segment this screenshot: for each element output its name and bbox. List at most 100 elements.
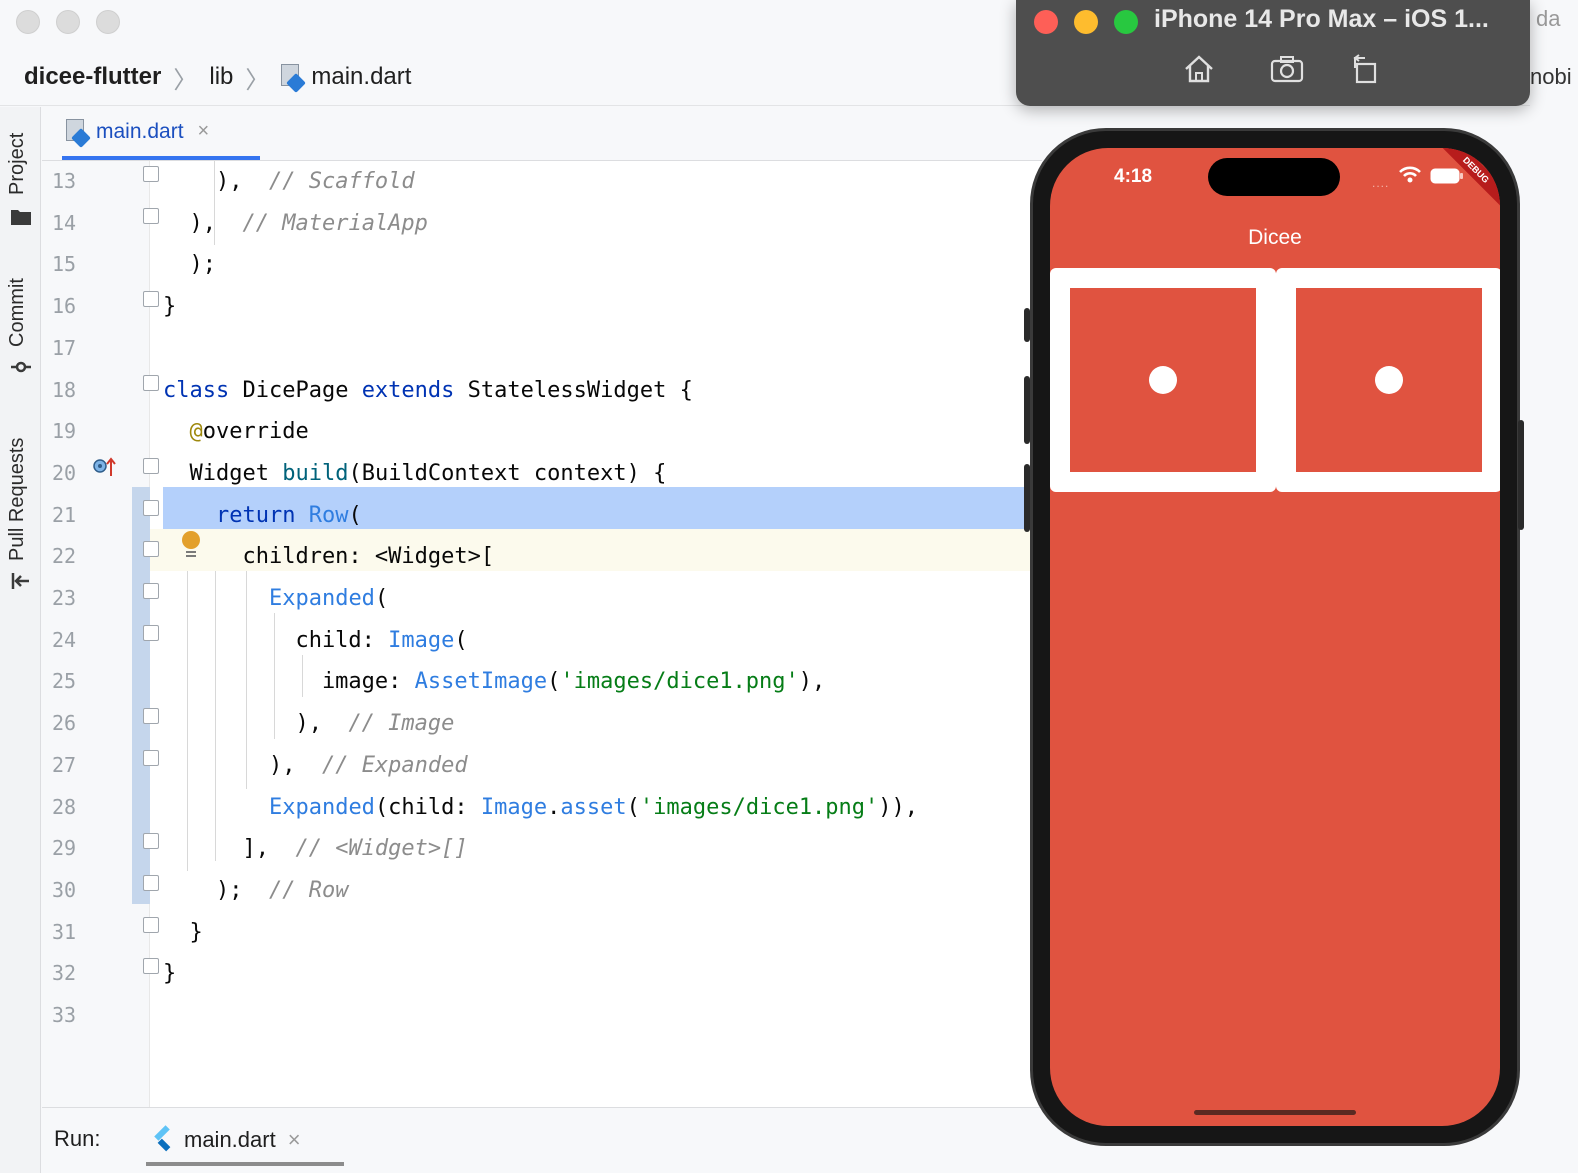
code-line[interactable]: );: [163, 244, 1043, 286]
code-line[interactable]: ), // Scaffold: [163, 161, 1043, 203]
close-run-tab-icon[interactable]: ×: [288, 1127, 301, 1153]
run-label: Run:: [54, 1126, 101, 1151]
power-button: [1518, 420, 1524, 530]
line-number: 14: [52, 210, 77, 235]
code-line[interactable]: ], // <Widget>[]: [163, 828, 1043, 870]
line-number: 21: [52, 502, 77, 527]
dart-file-icon: [66, 118, 91, 148]
code-line[interactable]: child: Image(: [163, 620, 1043, 662]
wifi-icon: [1399, 166, 1421, 183]
dice-pip: [1375, 366, 1403, 394]
fold-marker-icon[interactable]: [143, 583, 159, 599]
simulator-toolbar: iPhone 14 Pro Max – iOS 1...: [1016, 0, 1530, 106]
breadcrumb-folder[interactable]: lib: [209, 63, 233, 91]
line-number: 24: [52, 627, 77, 652]
background-text: nobi: [1530, 64, 1572, 89]
dart-file-icon: [281, 64, 307, 93]
line-number: 23: [52, 586, 77, 610]
close-window-button[interactable]: [16, 10, 40, 34]
line-number: 20: [52, 460, 77, 485]
fold-marker-icon[interactable]: [143, 833, 159, 850]
background-text: da: [1536, 6, 1561, 31]
fold-marker-icon[interactable]: [143, 624, 159, 641]
editor-tab-bar: main.dart ×: [42, 107, 1042, 161]
home-indicator[interactable]: [1194, 1110, 1356, 1115]
code-line[interactable]: }: [163, 953, 1043, 995]
fold-marker-icon[interactable]: [143, 166, 159, 182]
dice-pip: [1149, 366, 1177, 394]
app-bar-title: Dicee: [1248, 226, 1302, 249]
phone-screen[interactable]: 4:18 .... DEBUG Dicee: [1050, 148, 1500, 1126]
fold-marker-icon[interactable]: [143, 958, 159, 975]
breadcrumb-file[interactable]: main.dart: [311, 63, 411, 91]
code-editor[interactable]: 13 14 15 16 17 18 19 20 21 22 23 24 25 26 27 28 29 30 31 32…: [42, 161, 1043, 1107]
tab-main-dart[interactable]: main.dart ×: [62, 107, 260, 160]
line-number: 30: [52, 877, 77, 902]
fold-marker-icon[interactable]: [143, 916, 159, 933]
tool-tab-pull-requests[interactable]: Pull Requests: [6, 438, 29, 561]
code-line[interactable]: }: [163, 286, 1043, 328]
run-panel: Run: main.dart ×: [42, 1107, 1042, 1173]
code-line[interactable]: image: AssetImage('images/dice1.png'),: [163, 661, 1043, 703]
breadcrumb-project[interactable]: dicee-flutter: [24, 63, 161, 91]
code-line[interactable]: ), // Expanded: [163, 745, 1043, 787]
lightbulb-icon[interactable]: [179, 530, 203, 560]
code-line[interactable]: [163, 328, 1043, 370]
signal-dots-icon: ....: [1372, 176, 1390, 190]
run-tab-label: main.dart: [184, 1127, 276, 1152]
fold-marker-icon[interactable]: [143, 499, 159, 516]
simulator-title: iPhone 14 Pro Max – iOS 1...: [1154, 5, 1489, 33]
breadcrumb: dicee-flutter 〉 lib 〉 main.dart: [24, 60, 411, 94]
dice-face: [1296, 288, 1482, 472]
fold-marker-icon[interactable]: [143, 541, 159, 558]
code-line[interactable]: }: [163, 912, 1043, 954]
code-line[interactable]: ), // MaterialApp: [163, 203, 1043, 245]
zoom-window-button[interactable]: [96, 10, 120, 34]
run-tab-main-dart[interactable]: main.dart ×: [146, 1118, 344, 1166]
dice-image-left: [1050, 268, 1276, 492]
close-tab-icon[interactable]: ×: [198, 120, 210, 143]
code-line[interactable]: Widget build(BuildContext context) {: [163, 453, 1043, 495]
code-line[interactable]: Expanded(child: Image.asset('images/dice…: [163, 787, 1043, 829]
background-window-fragment: da nobi: [1530, 0, 1578, 106]
fold-marker-icon[interactable]: [143, 291, 159, 308]
line-number: 25: [52, 669, 77, 694]
fold-marker-icon[interactable]: [143, 874, 159, 891]
tool-tab-commit[interactable]: Commit: [6, 278, 29, 347]
line-number: 27: [52, 752, 77, 777]
code-line[interactable]: ); // Row: [163, 870, 1043, 912]
code-line[interactable]: ), // Image: [163, 703, 1043, 745]
line-number: 19: [52, 419, 77, 444]
line-number: 17: [52, 335, 77, 360]
line-number: 33: [52, 1003, 77, 1027]
code-line[interactable]: return Row(: [163, 495, 1043, 537]
code-line[interactable]: class DicePage extends StatelessWidget {: [163, 370, 1043, 412]
code-line[interactable]: @override: [163, 411, 1043, 453]
volume-down-button: [1024, 464, 1030, 532]
mute-switch: [1024, 308, 1030, 342]
override-gutter-icon[interactable]: [92, 456, 116, 478]
minimize-window-button[interactable]: [56, 10, 80, 34]
code-line[interactable]: [163, 995, 1043, 1037]
zoom-simulator-button[interactable]: [1114, 10, 1138, 34]
fold-marker-icon[interactable]: [143, 457, 159, 474]
close-simulator-button[interactable]: [1034, 10, 1058, 34]
line-number: 15: [52, 252, 77, 277]
line-number: 16: [52, 294, 77, 319]
minimize-simulator-button[interactable]: [1074, 10, 1098, 34]
flutter-icon: [150, 1125, 172, 1152]
fold-marker-icon[interactable]: [143, 374, 159, 391]
fold-marker-icon[interactable]: [143, 749, 159, 766]
fold-marker-icon[interactable]: [143, 207, 159, 224]
line-number: 32: [52, 961, 77, 986]
code-line[interactable]: children: <Widget>[: [163, 536, 1043, 578]
dice-face: [1070, 288, 1256, 472]
screenshot-icon[interactable]: [1270, 54, 1304, 84]
line-number: 18: [52, 377, 77, 402]
tool-tab-project[interactable]: Project: [6, 133, 29, 195]
breadcrumb-separator: 〉: [173, 66, 198, 94]
rotate-icon[interactable]: [1350, 54, 1384, 84]
home-icon[interactable]: [1182, 54, 1216, 84]
code-line[interactable]: Expanded(: [163, 578, 1043, 620]
fold-marker-icon[interactable]: [143, 708, 159, 725]
